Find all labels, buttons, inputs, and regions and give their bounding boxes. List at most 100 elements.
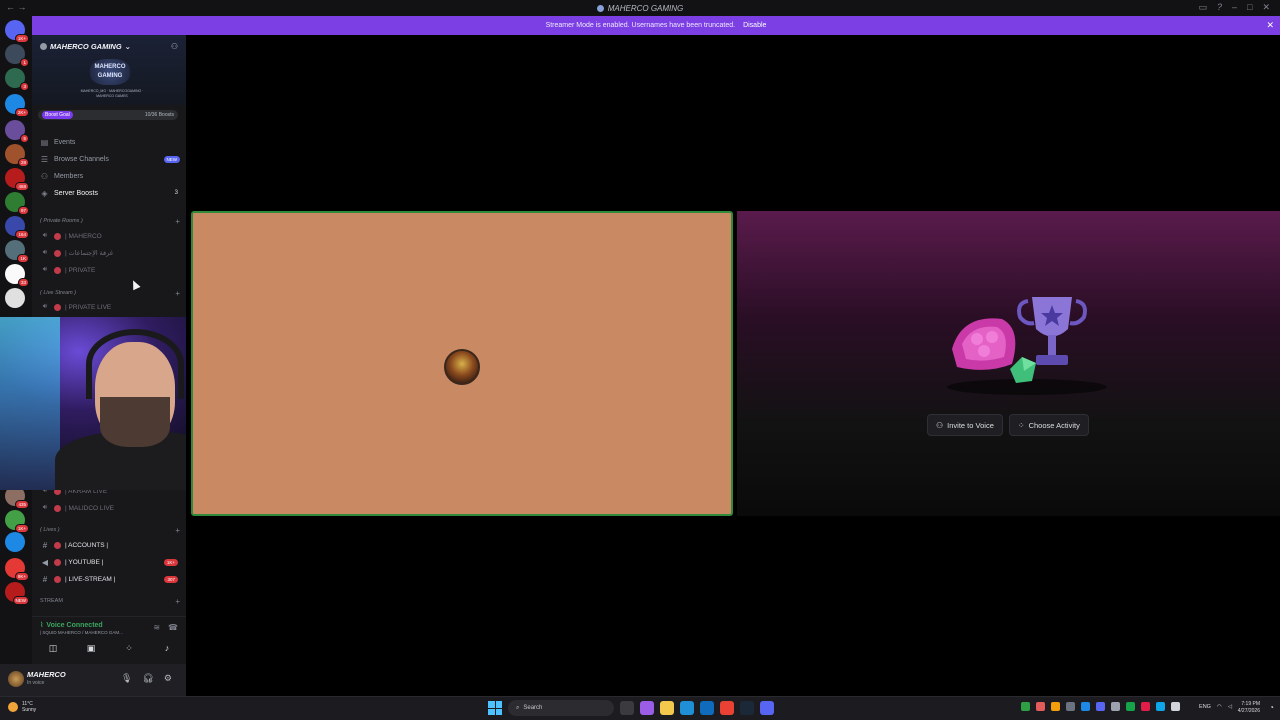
screen-share-icon[interactable]: ▣ <box>78 643 104 654</box>
boost-goal-label: Boost Goal <box>42 111 73 119</box>
tray-app-icon[interactable] <box>1066 702 1075 711</box>
user-controls: 🎙︎ 🎧︎ ⚙ <box>121 673 172 684</box>
text-channel-accounts[interactable]: # | ACCOUNTS | <box>40 539 180 551</box>
inbox-icon[interactable]: ▭ <box>1198 2 1207 13</box>
server-badge-icon <box>40 43 47 50</box>
invite-people-icon[interactable]: ⚇ <box>171 42 178 51</box>
category-live-stream[interactable]: ( Live Stream ) + <box>40 288 180 298</box>
server-name[interactable]: MAHERCO GAMING ⌄ <box>40 42 131 51</box>
steam-icon[interactable] <box>740 701 754 715</box>
maximize-button[interactable]: □ <box>1247 2 1252 13</box>
chrome-icon[interactable] <box>720 701 734 715</box>
tray-app-icon[interactable] <box>1036 702 1045 711</box>
server-icon[interactable]: 5 <box>5 120 29 143</box>
language-indicator[interactable]: ENG <box>1199 704 1211 710</box>
choose-activity-button[interactable]: ⁘ Choose Activity <box>1008 414 1089 436</box>
server-icon[interactable]: 1K <box>5 240 29 263</box>
server-icon[interactable]: 1 <box>5 44 29 67</box>
activity-icon[interactable]: ⁘ <box>116 643 142 654</box>
add-channel-icon[interactable]: + <box>175 526 180 535</box>
user-panel: MAHERCO In voice 🎙︎ 🎧︎ ⚙ <box>0 664 186 696</box>
server-icon[interactable]: 468 <box>5 168 29 191</box>
add-channel-icon[interactable]: + <box>175 289 180 298</box>
tray-app-icon[interactable] <box>1171 702 1180 711</box>
channel-emoji-icon <box>54 504 61 512</box>
tray-app-icon[interactable] <box>1141 702 1150 711</box>
add-channel-icon[interactable]: + <box>175 217 180 226</box>
file-explorer-icon[interactable] <box>660 701 674 715</box>
bluetooth-icon[interactable] <box>1156 702 1165 711</box>
browse-icon: ☰ <box>40 154 49 164</box>
taskbar-search[interactable]: ⌕ Search <box>508 700 614 716</box>
server-icon[interactable]: 164 <box>5 216 29 239</box>
store-icon[interactable] <box>700 701 714 715</box>
participant-avatar[interactable] <box>444 349 480 385</box>
category-lives[interactable]: ( Lives ) + <box>40 525 180 535</box>
noise-suppression-icon[interactable]: ≋ <box>153 623 160 632</box>
edge-icon[interactable] <box>680 701 694 715</box>
notification-bell-icon[interactable]: ◔ <box>1269 703 1274 712</box>
volume-icon[interactable]: ◁ <box>1228 704 1232 710</box>
server-header[interactable]: MAHERCO GAMING ⌄ ⚇ MAHERCO GAMING MAHERC… <box>32 35 186 105</box>
invite-to-voice-button[interactable]: ⚇ Invite to Voice <box>927 414 1003 436</box>
nav-members[interactable]: ⚇ Members <box>40 170 180 182</box>
server-icon[interactable]: 9K+ <box>5 558 29 581</box>
username[interactable]: MAHERCO <box>27 670 66 679</box>
avatar[interactable] <box>8 671 24 687</box>
discord-icon[interactable] <box>760 701 774 715</box>
voice-channel-path[interactable]: | SQUID MAHERCO / MAHERCO GAM... <box>40 630 123 635</box>
nav-browse-channels[interactable]: ☰ Browse Channels NEW <box>40 153 180 165</box>
tray-app-icon[interactable] <box>1021 702 1030 711</box>
server-icon[interactable]: 1K+ <box>5 510 29 533</box>
nav-server-boosts[interactable]: ◈ Server Boosts 3 <box>40 187 180 199</box>
tray-app-icon[interactable] <box>1081 702 1090 711</box>
add-channel-icon[interactable]: + <box>175 597 180 606</box>
tray-app-icon[interactable] <box>1051 702 1060 711</box>
camera-icon[interactable]: ◫ <box>40 643 66 654</box>
task-view-icon[interactable] <box>620 701 634 715</box>
server-icon[interactable] <box>5 288 25 308</box>
voice-channel[interactable]: 🔊︎ | PRIVATE <box>40 264 180 276</box>
minimize-button[interactable]: – <box>1232 2 1237 13</box>
channel-emoji-icon <box>54 232 61 240</box>
server-icon[interactable]: 97 <box>5 192 29 215</box>
voice-channel[interactable]: 🔊︎ | MAHERCO <box>40 230 180 242</box>
wifi-icon[interactable]: ◠ <box>1217 704 1222 710</box>
category-stream[interactable]: STREAM + <box>40 596 180 606</box>
settings-gear-icon[interactable]: ⚙ <box>164 673 172 684</box>
server-icon[interactable] <box>5 532 25 552</box>
start-button[interactable] <box>488 701 502 715</box>
voice-channel[interactable]: 🔊︎ | غرفة الإجتماعات <box>40 247 180 259</box>
disable-streamer-mode-link[interactable]: Disable <box>743 22 766 29</box>
disconnect-icon[interactable]: ☎ <box>168 623 178 632</box>
boost-goal-count: 10/36 Boosts <box>144 112 174 118</box>
home-button[interactable]: 1K+ <box>5 20 29 43</box>
server-icon[interactable]: NEW <box>5 582 29 605</box>
headphones-icon[interactable]: 🎧︎ <box>142 673 153 684</box>
category-private-rooms[interactable]: ( Private Rooms ) + <box>40 216 180 226</box>
back-arrow-icon[interactable]: ← → <box>6 2 27 12</box>
nav-events[interactable]: ▤ Events <box>40 136 180 148</box>
clock[interactable]: 7:19 PM 4/27/2026 <box>1238 701 1260 715</box>
copilot-icon[interactable] <box>640 701 654 715</box>
tray-app-icon[interactable] <box>1096 702 1105 711</box>
server-icon[interactable]: 28 <box>5 144 29 167</box>
microphone-icon[interactable]: 🎙︎ <box>121 673 132 684</box>
tray-app-icon[interactable] <box>1111 702 1120 711</box>
participant-tile[interactable] <box>191 211 733 516</box>
voice-channel[interactable]: 🔊︎ | MALIDCO LIVE <box>40 502 180 514</box>
close-window-button[interactable]: ✕ <box>1262 2 1270 13</box>
weather-widget[interactable]: 11°C Sunny <box>8 701 36 713</box>
voice-channel[interactable]: 🔊︎ | PRIVATE LIVE <box>40 301 180 313</box>
soundboard-icon[interactable]: ♪ <box>154 643 180 654</box>
boost-goal-bar[interactable]: Boost Goal 10/36 Boosts <box>38 110 178 120</box>
voice-status[interactable]: ⌇ Voice Connected <box>40 621 103 630</box>
close-banner-icon[interactable]: ✕ <box>1266 20 1274 31</box>
server-icon[interactable]: 33 <box>5 264 29 287</box>
text-channel-live-stream[interactable]: # | LIVE-STREAM | 307 <box>40 573 180 585</box>
server-icon[interactable]: 2K+ <box>5 94 29 117</box>
tray-app-icon[interactable] <box>1126 702 1135 711</box>
announcement-channel-youtube[interactable]: ◀ | YOUTUBE | 1K+ <box>40 556 180 568</box>
help-icon[interactable]: ? <box>1217 2 1222 13</box>
server-icon[interactable]: 3 <box>5 68 29 91</box>
